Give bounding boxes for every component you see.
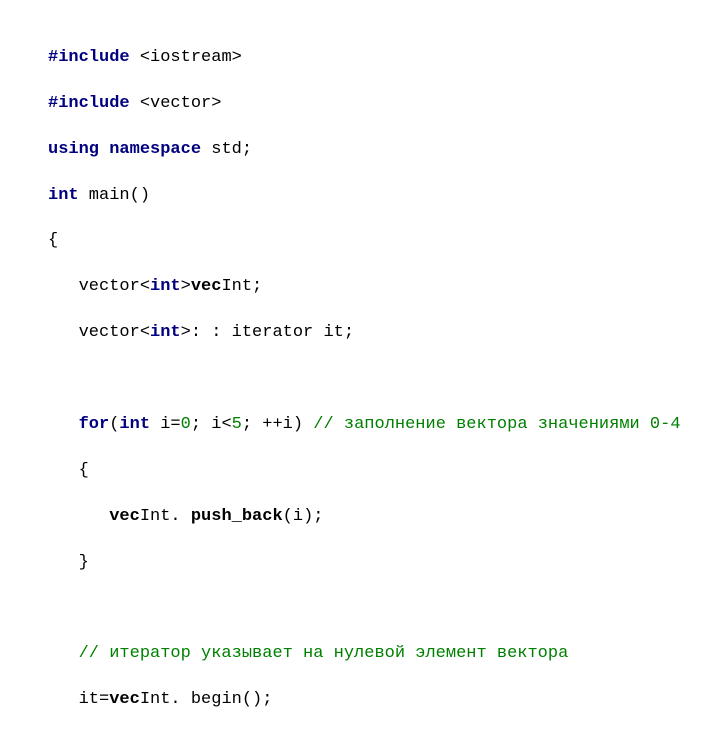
iterator-decl: : : iterator it; <box>191 323 354 342</box>
method-begin: Int. begin(); <box>140 690 273 709</box>
code-line: vector<int>: : iterator it; <box>48 322 720 345</box>
assign-it: it= <box>79 690 110 709</box>
paren-open: ( <box>109 415 119 434</box>
method-push-back: push_back <box>191 507 283 526</box>
type-int: int <box>48 186 79 205</box>
code-line: int main() <box>48 185 720 208</box>
var-int-suffix: Int; <box>221 277 262 296</box>
code-line <box>48 597 720 620</box>
code-line: #include <vector> <box>48 93 720 116</box>
namespace-name: std; <box>201 140 252 159</box>
loop-cond: ; i< <box>191 415 232 434</box>
code-line <box>48 368 720 391</box>
angle-close: > <box>181 277 191 296</box>
code-line: // итератор указывает на нулевой элемент… <box>48 643 720 666</box>
brace-close: } <box>79 553 89 572</box>
member-access: Int. <box>140 507 191 526</box>
preproc: #include <box>48 94 130 113</box>
code-line: for(int i=0; i<5; ++i) // заполнение век… <box>48 414 720 437</box>
angle-close: > <box>181 323 191 342</box>
indent <box>48 461 79 480</box>
number-five: 5 <box>232 415 242 434</box>
number-zero: 0 <box>181 415 191 434</box>
brace-open: { <box>48 231 58 250</box>
code-line: vecInt. push_back(i); <box>48 506 720 529</box>
keyword-using: using <box>48 140 99 159</box>
code-line: { <box>48 230 720 253</box>
indent <box>48 323 79 342</box>
code-line: { <box>48 460 720 483</box>
code-listing: #include <iostream> #include <vector> us… <box>0 0 720 735</box>
type-int: int <box>150 277 181 296</box>
type-int: int <box>119 415 150 434</box>
loop-incr: ; ++i) <box>242 415 313 434</box>
indent <box>48 277 79 296</box>
var-vec: vec <box>109 690 140 709</box>
loop-init: i= <box>150 415 181 434</box>
keyword-namespace: namespace <box>99 140 201 159</box>
keyword-for: for <box>79 415 110 434</box>
code-line: using namespace std; <box>48 139 720 162</box>
code-line: } <box>48 552 720 575</box>
type-vector: vector< <box>79 323 150 342</box>
brace-open: { <box>79 461 89 480</box>
comment-iterator: // итератор указывает на нулевой элемент… <box>79 644 569 663</box>
preproc: #include <box>48 48 130 67</box>
comment-fill: // заполнение вектора значениями 0-4 <box>313 415 680 434</box>
indent <box>48 690 79 709</box>
type-vector: vector< <box>79 277 150 296</box>
indent <box>48 507 109 526</box>
func-main: main() <box>79 186 150 205</box>
var-vec: vec <box>191 277 222 296</box>
code-line: vector<int>vecInt; <box>48 276 720 299</box>
indent <box>48 415 79 434</box>
call-args: (i); <box>283 507 324 526</box>
header-name: <vector> <box>130 94 222 113</box>
indent <box>48 644 79 663</box>
indent <box>48 553 79 572</box>
code-line: it=vecInt. begin(); <box>48 689 720 712</box>
type-int: int <box>150 323 181 342</box>
header-name: <iostream> <box>130 48 242 67</box>
var-vec: vec <box>109 507 140 526</box>
code-line: #include <iostream> <box>48 47 720 70</box>
